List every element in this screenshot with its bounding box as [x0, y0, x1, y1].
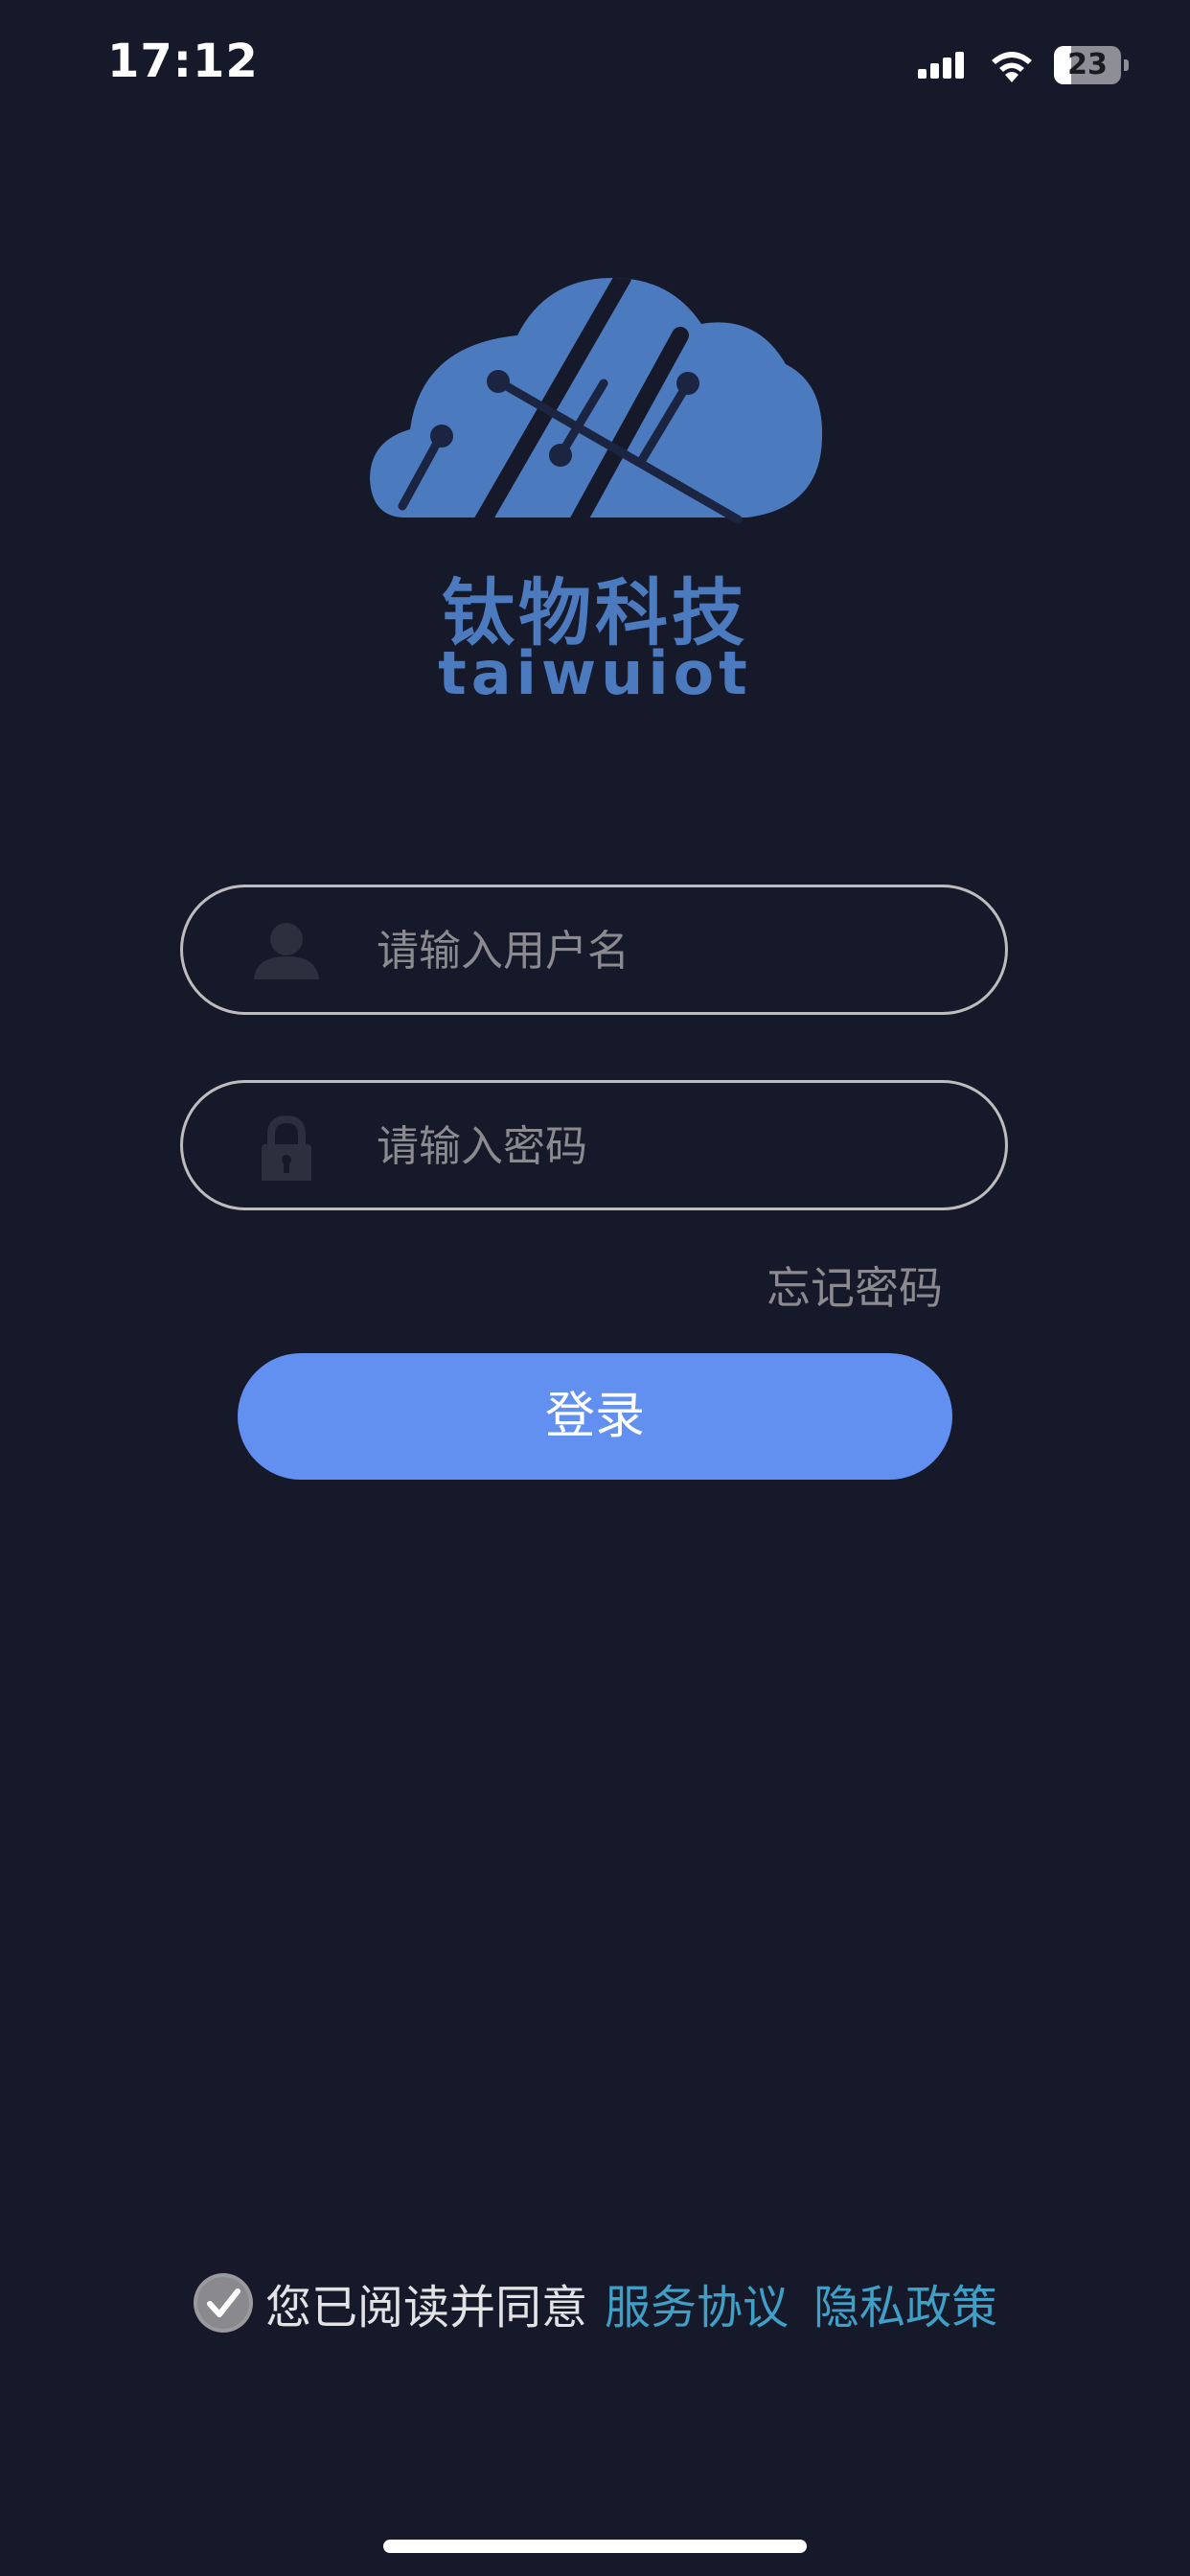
- password-field[interactable]: [180, 1080, 1008, 1210]
- wifi-icon: [992, 52, 1032, 82]
- login-button[interactable]: 登录: [238, 1353, 952, 1480]
- service-agreement-link[interactable]: 服务协议: [605, 2269, 789, 2336]
- agreement-text: 您已阅读并同意: [264, 2281, 587, 2334]
- status-time: 17:12: [107, 34, 259, 88]
- status-icons: 23: [918, 42, 1129, 88]
- signal-icon: [918, 46, 970, 84]
- username-input[interactable]: [375, 887, 953, 1014]
- cloud-circuit-logo-icon: [370, 278, 823, 524]
- forgot-password-link[interactable]: 忘记密码: [767, 1254, 943, 1317]
- privacy-policy-link[interactable]: 隐私政策: [813, 2269, 997, 2336]
- battery-icon: 23: [1054, 46, 1129, 84]
- home-indicator[interactable]: [383, 2540, 807, 2553]
- lock-icon: [262, 1115, 311, 1181]
- battery-level: 23: [1067, 48, 1108, 81]
- user-icon: [254, 923, 319, 979]
- agreement-row: 您已阅读并同意 服务协议 隐私政策: [0, 2269, 1190, 2336]
- password-input[interactable]: [375, 1083, 953, 1209]
- brand-name-en: taiwuiot: [438, 638, 752, 708]
- agree-checkbox-icon[interactable]: [193, 2272, 254, 2334]
- username-field[interactable]: [180, 885, 1008, 1015]
